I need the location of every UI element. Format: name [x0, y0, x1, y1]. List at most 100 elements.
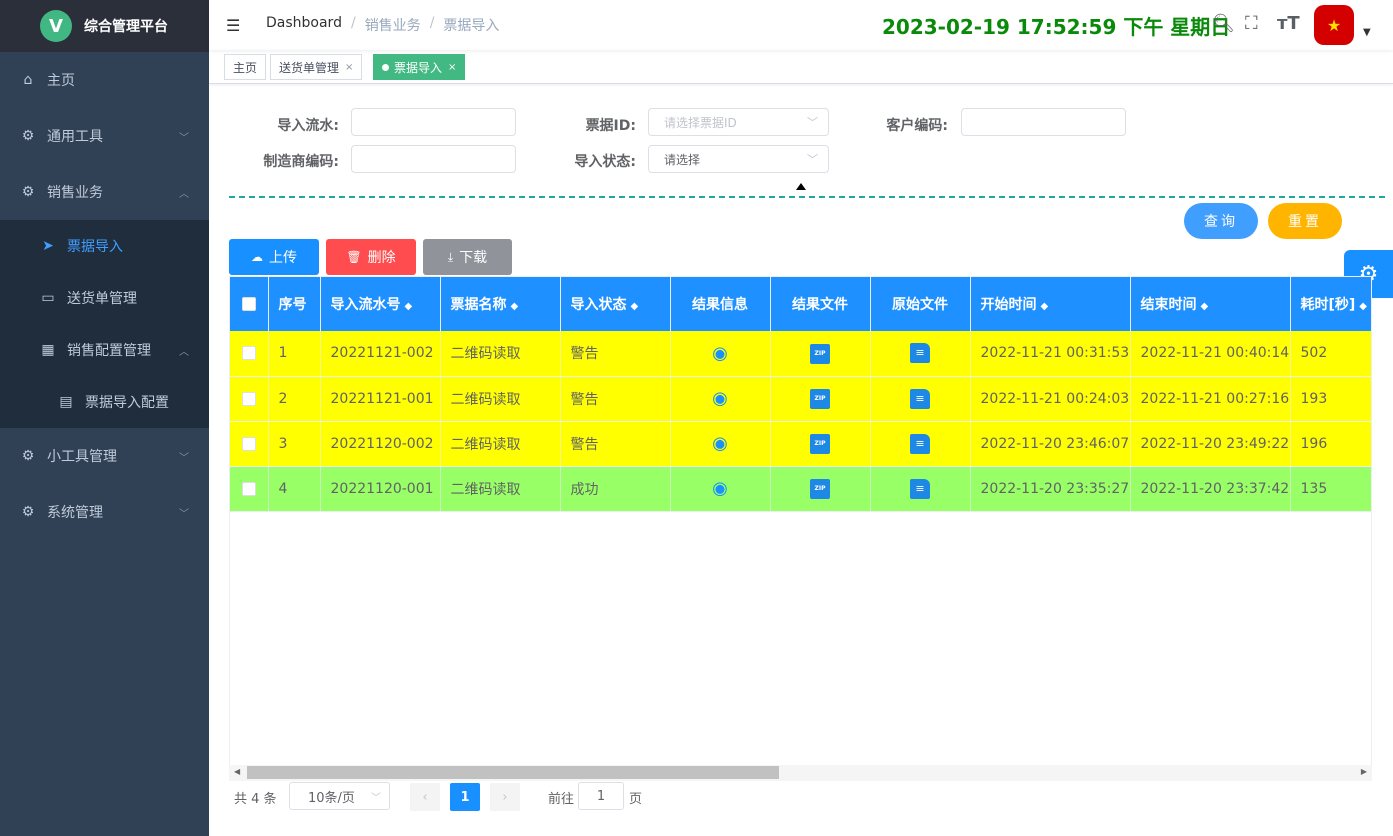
select-all-checkbox[interactable] [241, 297, 256, 311]
sort-icon[interactable]: ◆ [631, 301, 639, 312]
sort-icon[interactable]: ◆ [405, 301, 413, 312]
eye-icon[interactable]: ◉ [712, 343, 728, 364]
sidebar-item-system[interactable]: ⚙ 系统管理 ﹀ [0, 484, 209, 540]
star-icon: ★ [1326, 15, 1342, 35]
document-icon[interactable]: ≡ [910, 388, 930, 409]
sort-icon[interactable]: ◆ [1359, 301, 1367, 312]
reset-button[interactable]: 重置 [1268, 203, 1342, 239]
zip-file-icon[interactable]: ZIP [810, 434, 830, 454]
table-row[interactable]: 2 20221121-001 二维码读取 警告 ◉ ZIP ≡ 2022-11-… [230, 376, 1371, 422]
breadcrumb: Dashboard / 销售业务 / 票据导入 [266, 15, 499, 35]
next-page-button[interactable]: › [490, 783, 520, 811]
breadcrumb-item[interactable]: Dashboard [266, 15, 342, 35]
row-checkbox-cell [230, 466, 269, 512]
sidebar-item-tools[interactable]: ⚙ 通用工具 ﹀ [0, 108, 209, 164]
download-icon: ⤓ [447, 249, 454, 264]
caret-down-icon[interactable]: ▼ [1363, 27, 1371, 38]
cell-cost: 135 [1290, 466, 1371, 512]
page-size-value: 10条/页 [308, 790, 355, 806]
sidebar-item-delivery[interactable]: ▭ 送货单管理 [0, 272, 209, 324]
scroll-right-icon[interactable]: ▶ [1361, 767, 1367, 776]
row-checkbox[interactable] [241, 391, 256, 406]
eye-icon[interactable]: ◉ [712, 433, 728, 454]
gear-icon: ⚙ [21, 184, 35, 200]
column-header[interactable]: 结束时间 ◆ [1130, 277, 1291, 331]
document-icon[interactable]: ≡ [910, 433, 930, 454]
row-checkbox[interactable] [241, 436, 256, 451]
close-icon[interactable]: × [345, 62, 353, 73]
tag-delivery[interactable]: 送货单管理 × [270, 54, 363, 80]
document-icon[interactable]: ≡ [910, 478, 930, 499]
page-size-select[interactable]: 10条/页 ﹀ [289, 782, 390, 810]
fullscreen-icon[interactable]: ⛶ [1245, 13, 1258, 34]
sidebar-item-home[interactable]: ⌂ 主页 [0, 52, 209, 108]
document-icon[interactable]: ≡ [910, 343, 930, 364]
delete-button[interactable]: 🗑︎ 删除 [326, 239, 416, 275]
cell-source-file: ≡ [870, 331, 971, 377]
cell-result-file: ZIP [770, 331, 871, 377]
sidebar-item-sales[interactable]: ⚙ 销售业务 ︿ [0, 164, 209, 220]
avatar[interactable]: ★ [1314, 5, 1354, 45]
cell-end: 2022-11-21 00:27:16 [1130, 376, 1291, 422]
status-select[interactable]: 请选择 ﹀ [648, 145, 829, 173]
download-button[interactable]: ⤓ 下载 [423, 239, 512, 275]
app-logo[interactable]: V 综合管理平台 [0, 0, 209, 52]
goto-label: 前往 [548, 792, 575, 807]
table-row[interactable]: 1 20221121-002 二维码读取 警告 ◉ ZIP ≡ 2022-11-… [230, 331, 1371, 377]
page-unit-label: 页 [629, 792, 643, 807]
page-number-button[interactable]: 1 [450, 783, 480, 811]
eye-icon[interactable]: ◉ [712, 388, 728, 409]
download-label: 下载 [459, 250, 488, 266]
hamburger-icon[interactable]: ☰ [226, 16, 244, 35]
sort-icon[interactable]: ◆ [511, 301, 519, 312]
maker-input[interactable] [351, 145, 516, 173]
sidebar-item-ticket-import[interactable]: ➤ 票据导入 [0, 220, 209, 272]
table-row[interactable]: 4 20221120-001 二维码读取 成功 ◉ ZIP ≡ 2022-11-… [230, 466, 1371, 512]
chevron-down-icon: ﹀ [179, 132, 189, 144]
column-header[interactable]: 耗时[秒] ◆ [1290, 277, 1371, 331]
upload-button[interactable]: ☁ 上传 [229, 239, 319, 275]
column-header[interactable]: 开始时间 ◆ [970, 277, 1131, 331]
scroll-left-icon[interactable]: ◀ [234, 767, 240, 776]
row-checkbox[interactable] [241, 346, 256, 361]
zip-file-icon[interactable]: ZIP [810, 389, 830, 409]
sidebar-item-sales-config[interactable]: ▦ 销售配置管理 ︿ [0, 324, 209, 376]
customer-input[interactable] [961, 108, 1126, 136]
breadcrumb-separator: / [350, 15, 356, 31]
cell-name: 二维码读取 [440, 376, 561, 422]
column-header[interactable]: 票据名称 ◆ [440, 277, 561, 331]
chevron-down-icon: ﹀ [179, 452, 189, 464]
cell-result-file: ZIP [770, 466, 871, 512]
scrollbar-thumb[interactable] [247, 766, 779, 779]
query-button[interactable]: 查询 [1184, 203, 1258, 239]
sidebar-item-widgets[interactable]: ⚙ 小工具管理 ﹀ [0, 428, 209, 484]
horizontal-scrollbar[interactable]: ◀ ▶ [229, 765, 1372, 781]
upload-label: 上传 [269, 250, 297, 266]
ticket-id-select[interactable]: 请选择票据ID ﹀ [648, 108, 829, 136]
tag-ticket-import[interactable]: 票据导入 × [373, 54, 466, 80]
eye-icon[interactable]: ◉ [712, 478, 728, 499]
cell-status: 警告 [560, 331, 671, 377]
zip-file-icon[interactable]: ZIP [810, 479, 830, 499]
tag-home[interactable]: 主页 [224, 54, 267, 80]
sidebar-item-label: 主页 [47, 73, 75, 89]
search-icon[interactable]: 🔍︎ [1212, 13, 1235, 34]
sort-icon[interactable]: ◆ [1201, 301, 1209, 312]
prev-page-button[interactable]: ‹ [410, 783, 440, 811]
cell-start: 2022-11-21 00:31:53 [970, 331, 1131, 377]
goto-page-input[interactable]: 1 [578, 782, 624, 810]
zip-file-icon[interactable]: ZIP [810, 343, 830, 364]
table-row[interactable]: 3 20221120-002 二维码读取 警告 ◉ ZIP ≡ 2022-11-… [230, 421, 1371, 467]
serial-input[interactable] [351, 108, 516, 136]
sort-icon[interactable]: ◆ [1041, 301, 1049, 312]
sidebar-item-ticket-config[interactable]: ▤ 票据导入配置 [0, 376, 209, 428]
close-icon[interactable]: × [448, 62, 456, 73]
column-header[interactable]: 导入状态 ◆ [560, 277, 671, 331]
row-checkbox[interactable] [241, 481, 256, 496]
collapse-toggle-icon[interactable] [796, 183, 806, 190]
column-header[interactable]: 导入流水号 ◆ [320, 277, 441, 331]
chevron-up-icon: ︿ [179, 346, 189, 358]
paper-plane-icon: ➤ [42, 238, 54, 254]
cell-source-file: ≡ [870, 376, 971, 422]
font-size-icon[interactable]: ᴛT [1277, 13, 1300, 34]
